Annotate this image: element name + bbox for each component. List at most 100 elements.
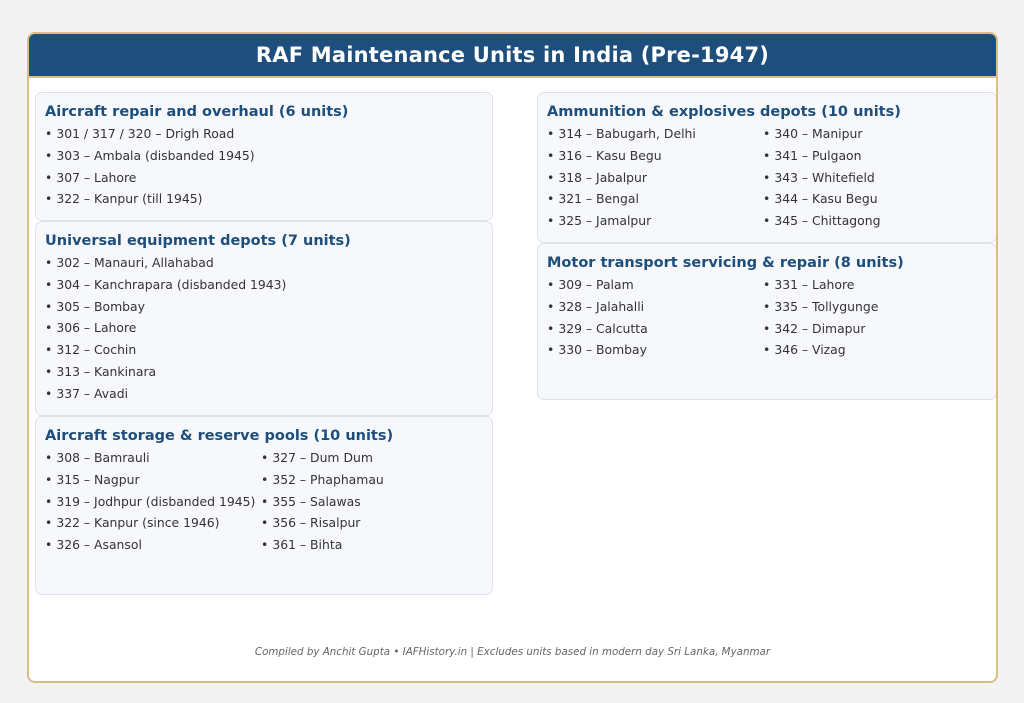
item-text: 345 – Chittagong bbox=[774, 213, 881, 229]
list-item: • 308 – Bamrauli bbox=[45, 447, 261, 469]
item-columns: • 309 – Palam • 328 – Jalahalli • 329 – Cal… bbox=[547, 274, 987, 361]
bullet: • bbox=[547, 191, 555, 207]
item-column: • 340 – Manipur • 341 – Pulgaon • 343 – Whi… bbox=[763, 123, 979, 232]
list-item: • 340 – Manipur bbox=[763, 123, 979, 145]
bullet: • bbox=[763, 320, 771, 336]
list-item: • 330 – Bombay bbox=[547, 339, 763, 361]
section-title: Motor transport servicing & repair (8 un… bbox=[547, 255, 904, 271]
list-item: • 344 – Kasu Begu bbox=[763, 188, 979, 210]
main-card: RAF Maintenance Units in India (Pre-1947… bbox=[27, 32, 998, 683]
bullet: • bbox=[45, 169, 53, 185]
item-text: 356 – Risalpur bbox=[272, 515, 361, 531]
list-item: • 316 – Kasu Begu bbox=[547, 145, 763, 167]
item-text: 304 – Kanchrapara (disbanded 1943) bbox=[56, 276, 287, 292]
item-text: 319 – Jodhpur (disbanded 1945) bbox=[56, 493, 256, 509]
bullet: • bbox=[45, 537, 53, 553]
item-text: 301 / 317 / 320 – Drigh Road bbox=[56, 126, 235, 141]
list-item: • 312 – Cochin bbox=[45, 339, 483, 361]
bullet: • bbox=[45, 363, 53, 379]
list-item: • 318 – Jabalpur bbox=[547, 167, 763, 189]
bullet: • bbox=[547, 342, 555, 358]
list-item: • 322 – Kanpur (since 1946) bbox=[45, 512, 261, 534]
list-item: • 346 – Vizag bbox=[763, 339, 979, 361]
item-text: 335 – Tollygunge bbox=[774, 298, 879, 314]
bullet: • bbox=[45, 450, 53, 465]
item-text: 355 – Salawas bbox=[272, 493, 361, 509]
list-item: • 309 – Palam bbox=[547, 274, 763, 296]
item-column: • 314 – Babugarh, Delhi • 316 – Kasu Begu … bbox=[547, 123, 763, 232]
list-item: • 315 – Nagpur bbox=[45, 469, 261, 491]
item-text: 305 – Bombay bbox=[56, 298, 145, 314]
item-text: 314 – Babugarh, Delhi bbox=[558, 126, 696, 141]
item-column: • 327 – Dum Dum • 352 – Phaphamau • 355 – S… bbox=[261, 447, 477, 556]
bullet: • bbox=[547, 126, 555, 141]
bullet: • bbox=[45, 342, 53, 358]
list-item: • 329 – Calcutta bbox=[547, 318, 763, 340]
item-text: 315 – Nagpur bbox=[56, 471, 140, 487]
section-title: Aircraft repair and overhaul (6 units) bbox=[45, 104, 349, 120]
item-text: 326 – Asansol bbox=[56, 537, 142, 553]
bullet: • bbox=[45, 320, 53, 336]
list-item: • 321 – Bengal bbox=[547, 188, 763, 210]
bullet: • bbox=[547, 298, 555, 314]
item-text: 313 – Kankinara bbox=[56, 363, 157, 379]
bullet: • bbox=[45, 515, 53, 531]
item-text: 312 – Cochin bbox=[56, 342, 137, 358]
bullet: • bbox=[45, 298, 53, 314]
item-text: 342 – Dimapur bbox=[774, 320, 866, 336]
bullet: • bbox=[763, 213, 771, 229]
bullet: • bbox=[261, 493, 269, 509]
item-text: 303 – Ambala (disbanded 1945) bbox=[56, 147, 255, 163]
bullet: • bbox=[547, 169, 555, 185]
list-item: • 331 – Lahore bbox=[763, 274, 979, 296]
section-universal-equipment: Universal equipment depots (7 units) • 30… bbox=[35, 221, 493, 416]
bullet: • bbox=[763, 147, 771, 163]
list-item: • 356 – Risalpur bbox=[261, 512, 477, 534]
bullet: • bbox=[763, 277, 771, 292]
list-item: • 301 / 317 / 320 – Drigh Road bbox=[45, 123, 483, 145]
bullet: • bbox=[45, 493, 53, 509]
list-item: • 322 – Kanpur (till 1945) bbox=[45, 188, 483, 210]
bullet: • bbox=[763, 169, 771, 185]
item-text: 302 – Manauri, Allahabad bbox=[56, 255, 214, 270]
bullet: • bbox=[547, 277, 555, 292]
section-title: Ammunition & explosives depots (10 units… bbox=[547, 104, 901, 120]
item-text: 306 – Lahore bbox=[56, 320, 137, 336]
section-motor-transport: Motor transport servicing & repair (8 un… bbox=[537, 243, 996, 400]
list-item: • 303 – Ambala (disbanded 1945) bbox=[45, 145, 483, 167]
item-text: 352 – Phaphamau bbox=[272, 471, 384, 487]
list-item: • 345 – Chittagong bbox=[763, 210, 979, 232]
item-text: 322 – Kanpur (till 1945) bbox=[56, 191, 203, 207]
list-item: • 305 – Bombay bbox=[45, 296, 483, 318]
item-text: 308 – Bamrauli bbox=[56, 450, 150, 465]
item-column: • 331 – Lahore • 335 – Tollygunge • 342 – D… bbox=[763, 274, 979, 361]
section-ammunition: Ammunition & explosives depots (10 units… bbox=[537, 92, 996, 243]
bullet: • bbox=[45, 471, 53, 487]
list-item: • 327 – Dum Dum bbox=[261, 447, 477, 469]
item-text: 307 – Lahore bbox=[56, 169, 137, 185]
list-item: • 335 – Tollygunge bbox=[763, 296, 979, 318]
bullet: • bbox=[547, 147, 555, 163]
item-text: 341 – Pulgaon bbox=[774, 147, 862, 163]
page-title: RAF Maintenance Units in India (Pre-1947… bbox=[29, 34, 996, 78]
item-text: 316 – Kasu Begu bbox=[558, 147, 662, 163]
item-text: 340 – Manipur bbox=[774, 126, 863, 141]
item-text: 329 – Calcutta bbox=[558, 320, 648, 336]
list-item: • 328 – Jalahalli bbox=[547, 296, 763, 318]
list-item: • 342 – Dimapur bbox=[763, 318, 979, 340]
list-item: • 355 – Salawas bbox=[261, 491, 477, 513]
section-title: Aircraft storage & reserve pools (10 uni… bbox=[45, 428, 394, 444]
right-column: Ammunition & explosives depots (10 units… bbox=[537, 92, 996, 400]
bullet: • bbox=[45, 385, 53, 401]
item-column: • 308 – Bamrauli • 315 – Nagpur • 319 – Jod… bbox=[45, 447, 261, 556]
list-item: • 314 – Babugarh, Delhi bbox=[547, 123, 763, 145]
item-column: • 309 – Palam • 328 – Jalahalli • 329 – Cal… bbox=[547, 274, 763, 361]
item-list: • 301 / 317 / 320 – Drigh Road • 303 – Amb… bbox=[45, 123, 483, 210]
item-text: 309 – Palam bbox=[558, 277, 634, 292]
bullet: • bbox=[45, 126, 53, 141]
item-text: 346 – Vizag bbox=[774, 342, 846, 358]
item-text: 337 – Avadi bbox=[56, 385, 129, 401]
item-text: 344 – Kasu Begu bbox=[774, 191, 878, 207]
bullet: • bbox=[261, 515, 269, 531]
item-text: 328 – Jalahalli bbox=[558, 298, 645, 314]
